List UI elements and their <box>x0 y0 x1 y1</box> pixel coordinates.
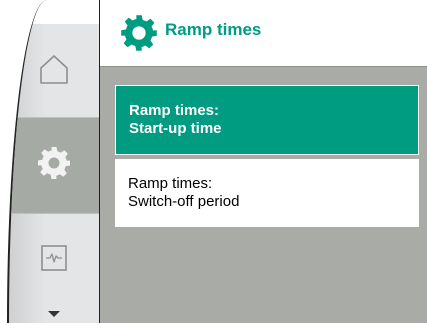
page-title: Ramp times <box>165 20 262 39</box>
menu-list: Ramp times: Start-up time Ramp times: Sw… <box>100 66 427 323</box>
menu-option-start-up-time[interactable]: Ramp times: Start-up time <box>115 85 419 155</box>
screen: Ramp times Ramp times: Start-up time Ram… <box>0 0 427 323</box>
page-header: Ramp times <box>100 0 427 66</box>
option-label-line1: Ramp times: <box>129 102 220 119</box>
option-label-line2: Start-up time <box>129 120 222 137</box>
nav-more[interactable] <box>9 304 99 323</box>
nav-settings[interactable] <box>9 118 99 213</box>
nav-home[interactable] <box>9 24 99 118</box>
navigation-rail <box>7 0 101 323</box>
settings-gear-icon <box>119 13 159 53</box>
option-label-line1: Ramp times: <box>128 175 213 192</box>
chevron-down-icon <box>47 305 61 323</box>
option-label-line2: Switch-off period <box>128 193 240 210</box>
nav-diagnostics[interactable] <box>9 213 99 308</box>
menu-option-switch-off-period[interactable]: Ramp times: Switch-off period <box>115 159 419 227</box>
home-icon <box>37 52 71 91</box>
pulse-monitor-icon <box>39 243 69 278</box>
gear-icon <box>36 145 72 186</box>
